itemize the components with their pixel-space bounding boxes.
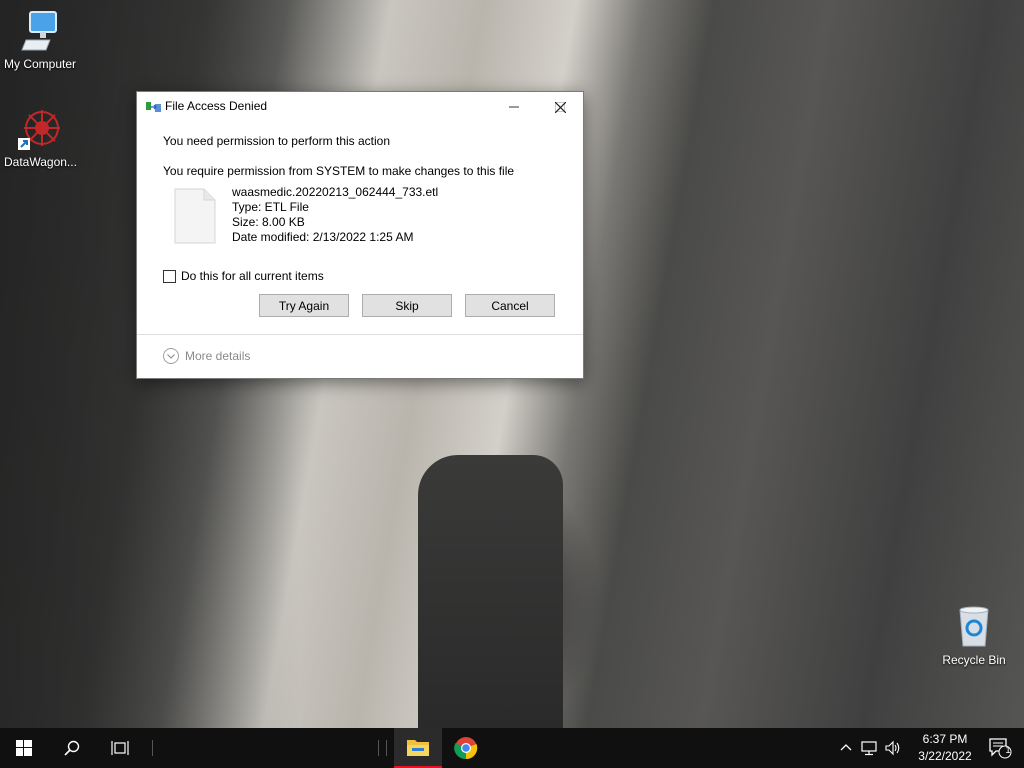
taskbar-separator bbox=[386, 740, 387, 756]
file-type: Type: ETL File bbox=[232, 200, 309, 214]
skip-button[interactable]: Skip bbox=[362, 294, 452, 317]
system-tray bbox=[838, 728, 902, 768]
file-size: Size: 8.00 KB bbox=[232, 215, 305, 229]
file-explorer-icon bbox=[407, 740, 429, 756]
taskbar-separator bbox=[378, 740, 379, 756]
chevron-down-icon bbox=[163, 348, 179, 364]
action-center-button[interactable]: 1 bbox=[976, 728, 1024, 768]
volume-icon[interactable] bbox=[884, 740, 902, 756]
desktop-icon-label: Recycle Bin bbox=[942, 653, 1006, 667]
taskbar-file-explorer[interactable] bbox=[394, 728, 442, 768]
desktop-icon-datawagon[interactable]: DataWagon... bbox=[0, 104, 84, 169]
task-view-icon bbox=[111, 741, 129, 755]
taskbar-clock[interactable]: 6:37 PM 3/22/2022 bbox=[910, 731, 980, 765]
task-view-button[interactable] bbox=[96, 728, 144, 768]
windows-start-icon bbox=[16, 740, 32, 756]
minimize-icon bbox=[509, 106, 519, 108]
notification-count: 1 bbox=[1005, 745, 1011, 755]
network-icon[interactable] bbox=[860, 740, 878, 756]
chrome-icon bbox=[454, 737, 478, 760]
desktop-icon-my-computer[interactable]: My Computer bbox=[0, 8, 80, 71]
taskbar: 6:37 PM 3/22/2022 1 bbox=[0, 728, 1024, 768]
search-button[interactable] bbox=[48, 728, 96, 768]
search-icon bbox=[64, 740, 80, 756]
recycle-bin-icon bbox=[959, 606, 989, 647]
dialog-heading: You need permission to perform this acti… bbox=[163, 134, 391, 148]
more-details-label: More details bbox=[185, 349, 251, 363]
desktop-icon-recycle-bin[interactable]: Recycle Bin bbox=[934, 604, 1014, 667]
try-again-button[interactable]: Try Again bbox=[259, 294, 349, 317]
desktop-icon-label: DataWagon... bbox=[4, 155, 77, 169]
clock-date: 3/22/2022 bbox=[918, 749, 972, 763]
taskbar-separator bbox=[152, 740, 153, 756]
close-button[interactable] bbox=[537, 92, 583, 122]
wallpaper-rock bbox=[418, 455, 563, 728]
dialog-message: You require permission from SYSTEM to ma… bbox=[163, 164, 515, 178]
apply-to-all-label[interactable]: Do this for all current items bbox=[181, 269, 324, 283]
datawagon-shortcut-icon bbox=[18, 110, 60, 150]
desktop-icon-label: My Computer bbox=[3, 57, 77, 71]
close-icon bbox=[554, 101, 566, 113]
apply-to-all-checkbox[interactable] bbox=[163, 270, 176, 283]
dialog-title: File Access Denied bbox=[165, 99, 268, 113]
minimize-button[interactable] bbox=[491, 92, 537, 122]
file-move-icon bbox=[146, 102, 161, 112]
file-name: waasmedic.20220213_062444_733.etl bbox=[232, 185, 439, 199]
computer-icon bbox=[21, 11, 57, 51]
file-icon bbox=[174, 188, 216, 244]
clock-time: 6:37 PM bbox=[922, 732, 968, 746]
cancel-button[interactable]: Cancel bbox=[465, 294, 555, 317]
dialog-divider bbox=[137, 334, 583, 335]
file-access-denied-dialog: File Access Denied You need permission t… bbox=[136, 91, 584, 379]
more-details-toggle[interactable]: More details bbox=[163, 348, 250, 364]
dialog-titlebar[interactable]: File Access Denied bbox=[137, 92, 583, 122]
file-date-modified: Date modified: 2/13/2022 1:25 AM bbox=[232, 230, 414, 244]
taskbar-chrome[interactable] bbox=[442, 728, 490, 768]
chevron-up-icon[interactable] bbox=[838, 740, 854, 756]
start-button[interactable] bbox=[0, 728, 48, 768]
